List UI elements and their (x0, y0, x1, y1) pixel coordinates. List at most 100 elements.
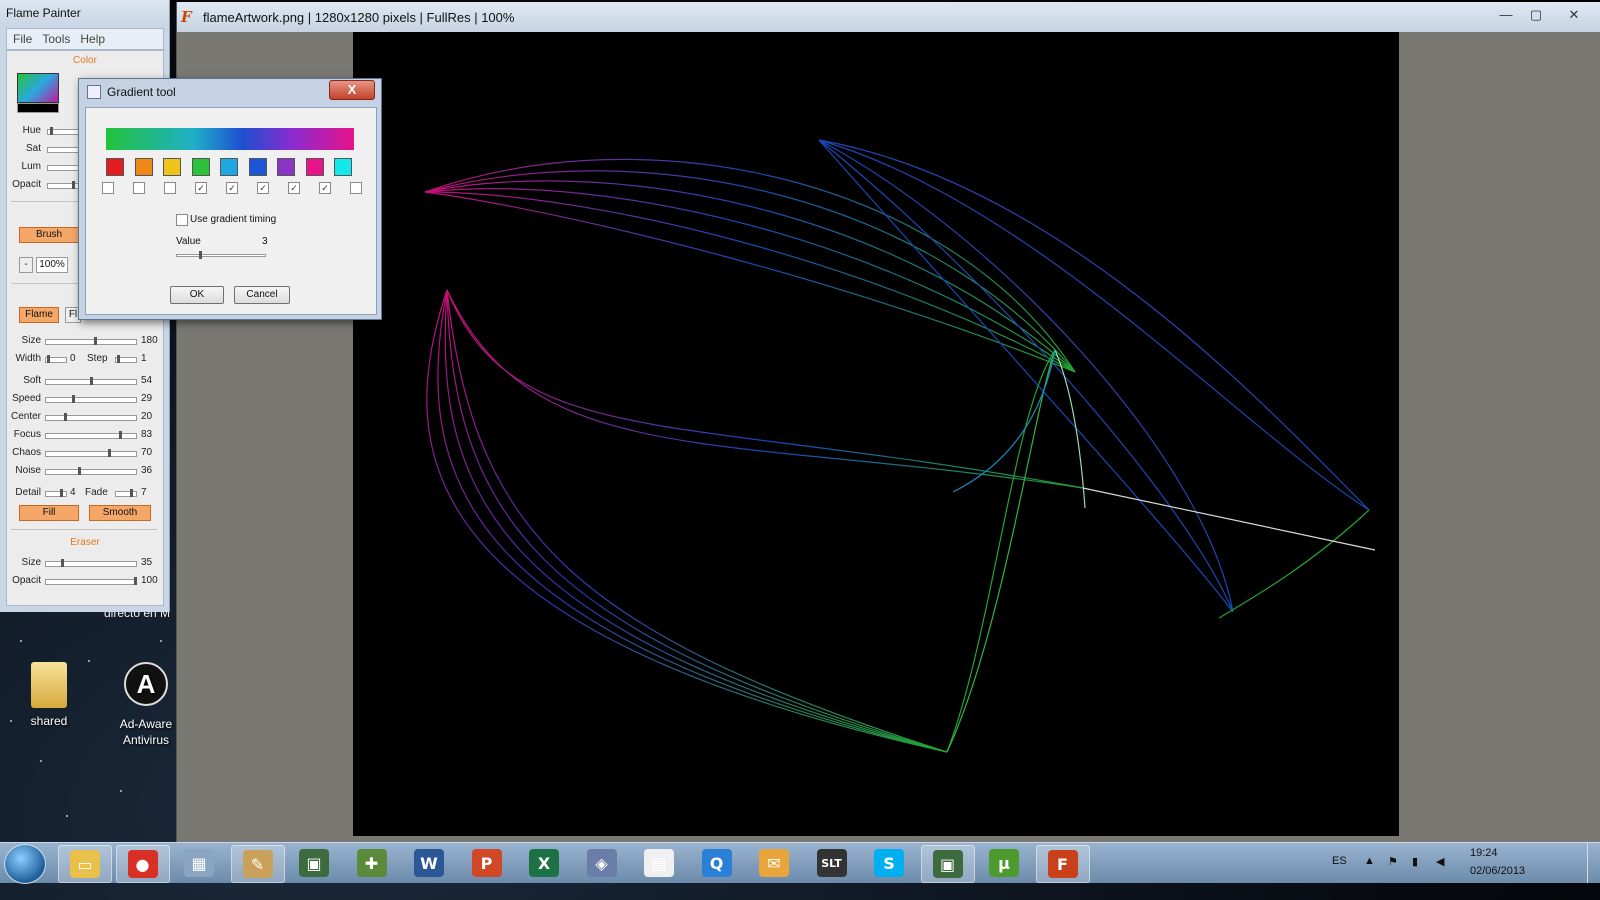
color-stop-checkbox[interactable]: ✓ (257, 182, 269, 194)
language-indicator[interactable]: ES (1332, 855, 1347, 867)
opacity-slider[interactable] (47, 181, 79, 189)
show-desktop-button[interactable] (1587, 843, 1600, 883)
color-stop-checkbox[interactable] (133, 182, 145, 194)
taskbar-button[interactable]: S (863, 845, 915, 881)
lum-slider[interactable] (47, 165, 79, 171)
artwork-canvas[interactable] (353, 32, 1399, 836)
taskbar-button[interactable]: F (1035, 845, 1090, 883)
gradient-timing-checkbox[interactable] (176, 214, 188, 226)
dialog-close-button[interactable]: X (329, 80, 375, 100)
ok-button[interactable]: OK (170, 286, 224, 304)
clock-date[interactable]: 02/06/2013 (1470, 865, 1525, 877)
slider-thumb[interactable] (90, 377, 93, 385)
clock-time[interactable]: 19:24 (1470, 847, 1498, 859)
cancel-button[interactable]: Cancel (234, 286, 290, 304)
taskbar-button[interactable]: ✉ (748, 845, 800, 881)
color-stop-checkbox[interactable]: ✓ (226, 182, 238, 194)
slider-thumb[interactable] (199, 251, 202, 259)
taskbar-button[interactable]: ✎ (230, 845, 285, 883)
taskbar-button[interactable]: W (403, 845, 455, 881)
start-button[interactable] (4, 844, 46, 884)
eraser-opacity-slider[interactable] (45, 577, 137, 585)
color-stop-swatch[interactable] (220, 158, 238, 176)
close-button[interactable]: ✕ (1561, 6, 1587, 24)
maximize-button[interactable]: ▢ (1523, 6, 1549, 24)
center-slider[interactable] (45, 413, 137, 421)
slider-thumb[interactable] (119, 431, 122, 439)
slider-thumb[interactable] (64, 413, 67, 421)
focus-slider[interactable] (45, 431, 137, 439)
slider-thumb[interactable] (78, 467, 81, 475)
taskbar-button[interactable]: ▣ (920, 845, 975, 883)
slider-thumb[interactable] (47, 355, 50, 363)
volume-icon[interactable]: ◀ (1436, 855, 1444, 868)
color-stop-swatch[interactable] (134, 158, 153, 176)
slider-thumb[interactable] (72, 181, 75, 189)
value-slider[interactable] (176, 251, 266, 259)
step-slider[interactable] (115, 355, 137, 363)
canvas-window-titlebar[interactable]: F flameArtwork.png | 1280x1280 pixels | … (177, 2, 1600, 32)
fade-slider[interactable] (115, 489, 137, 497)
color-stop-checkbox[interactable] (102, 182, 114, 194)
slider-thumb[interactable] (50, 127, 53, 135)
show-hidden-icons[interactable]: ▲ (1364, 855, 1375, 867)
speed-slider[interactable] (45, 395, 137, 403)
color-stop-checkbox[interactable]: ✓ (288, 182, 300, 194)
gradient-preview[interactable] (106, 128, 354, 150)
slider-thumb[interactable] (130, 489, 133, 497)
smooth-button[interactable]: Smooth (89, 505, 151, 521)
taskbar-button[interactable]: P (461, 845, 513, 881)
detail-slider[interactable] (45, 489, 67, 497)
taskbar-button[interactable]: X (518, 845, 570, 881)
width-slider[interactable] (45, 355, 67, 363)
slider-thumb[interactable] (94, 337, 97, 345)
primary-color-swatch[interactable] (17, 73, 59, 103)
color-stop-swatch[interactable] (106, 158, 124, 176)
color-stop-swatch[interactable] (334, 158, 352, 176)
color-stop-checkbox[interactable] (350, 182, 362, 194)
taskbar-button[interactable]: ▭ (58, 845, 112, 883)
secondary-color-swatch[interactable] (17, 103, 59, 113)
desktop-icon-ad-aware[interactable]: A Ad-Aware Antivirus (108, 662, 184, 748)
flag-icon[interactable]: ⚑ (1388, 855, 1398, 868)
desktop-icon-shared[interactable]: shared (14, 662, 84, 728)
zoom-out-button[interactable]: - (19, 257, 33, 273)
color-stop-swatch[interactable] (248, 158, 267, 176)
menu-file[interactable]: File (13, 32, 32, 46)
slider-thumb[interactable] (108, 449, 111, 457)
taskbar-button[interactable]: Q (691, 845, 743, 881)
taskbar-button[interactable]: ◈ (576, 845, 628, 881)
chaos-slider[interactable] (45, 449, 137, 457)
taskbar-button[interactable]: ✚ (346, 845, 398, 881)
dialog-titlebar[interactable]: Gradient tool X (79, 79, 381, 105)
hue-slider[interactable] (47, 127, 79, 135)
color-stop-swatch[interactable] (163, 158, 181, 176)
taskbar-button[interactable]: SLT (806, 845, 858, 881)
eraser-size-slider[interactable] (45, 559, 137, 567)
menu-help[interactable]: Help (80, 32, 105, 46)
minimize-button[interactable]: — (1493, 6, 1519, 24)
battery-icon[interactable]: ▮ (1412, 855, 1418, 868)
sat-slider[interactable] (47, 147, 79, 153)
taskbar-button[interactable]: ▦ (173, 845, 225, 881)
color-stop-swatch[interactable] (305, 158, 324, 176)
size-slider[interactable] (45, 337, 137, 345)
taskbar-button[interactable]: µ (978, 845, 1030, 881)
taskbar-button[interactable]: ▤ (633, 845, 685, 881)
slider-thumb[interactable] (117, 355, 120, 363)
taskbar-button[interactable]: ▣ (288, 845, 340, 881)
noise-slider[interactable] (45, 467, 137, 475)
brush-button[interactable]: Brush (19, 227, 79, 243)
color-stop-checkbox[interactable] (164, 182, 176, 194)
slider-thumb[interactable] (60, 489, 63, 497)
slider-thumb[interactable] (61, 559, 64, 567)
soft-slider[interactable] (45, 377, 137, 385)
slider-thumb[interactable] (72, 395, 75, 403)
color-stop-swatch[interactable] (277, 158, 295, 176)
flame-button[interactable]: Flame (19, 307, 59, 323)
slider-thumb[interactable] (134, 577, 137, 585)
color-stop-checkbox[interactable]: ✓ (195, 182, 207, 194)
fill-button[interactable]: Fill (19, 505, 79, 521)
color-stop-swatch[interactable] (191, 158, 210, 176)
menu-tools[interactable]: Tools (42, 32, 70, 46)
